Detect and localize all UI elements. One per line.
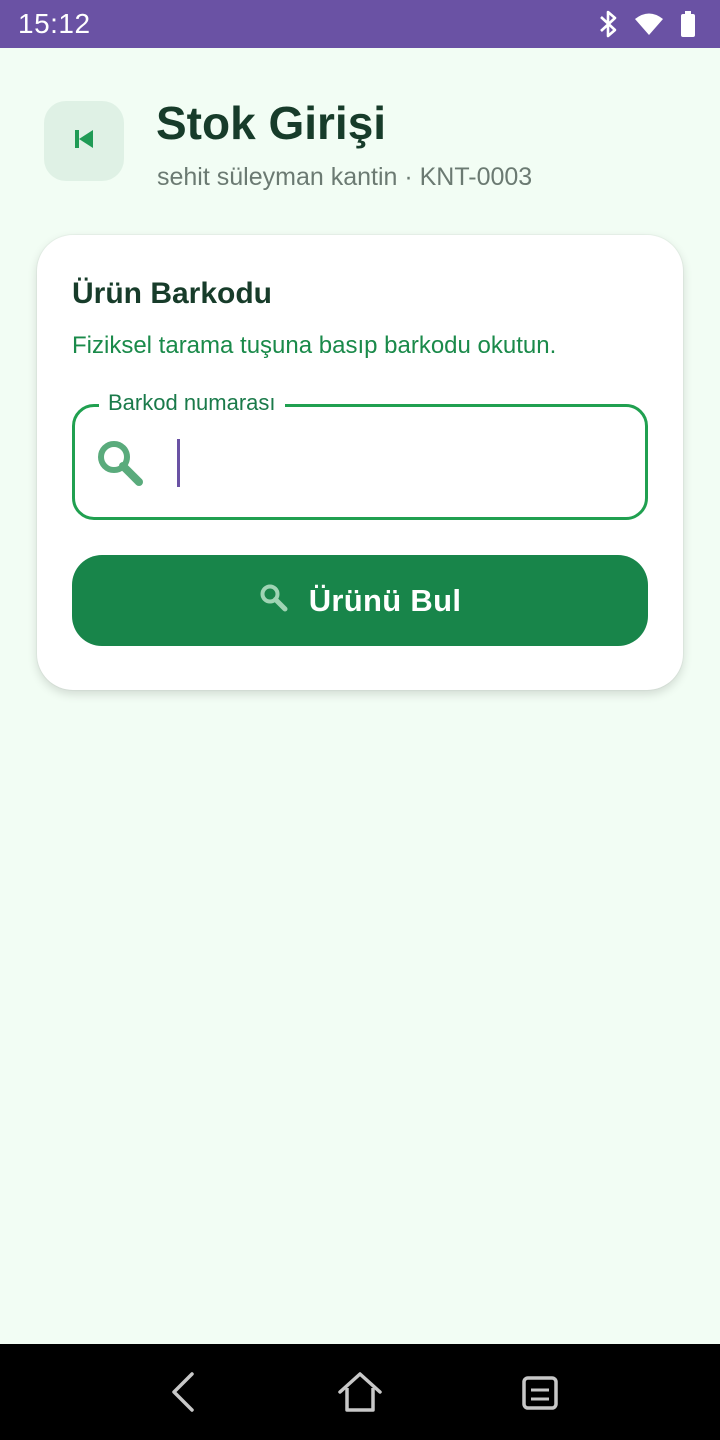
- page-subtitle: sehit süleyman kantin · KNT-0003: [157, 163, 533, 191]
- card-title: Ürün Barkodu: [72, 277, 273, 310]
- status-time: 15:12: [18, 8, 91, 39]
- barcode-card: Ürün Barkodu Fiziksel tarama tuşuna bası…: [37, 235, 683, 690]
- text-cursor: [177, 439, 180, 487]
- home-icon[interactable]: [336, 1370, 384, 1419]
- search-icon: [95, 438, 145, 493]
- battery-icon: [680, 11, 696, 37]
- find-product-label: Ürünü Bul: [308, 582, 462, 618]
- card-description: Fiziksel tarama tuşuna basıp barkodu oku…: [72, 332, 557, 359]
- back-icon[interactable]: [164, 1370, 204, 1419]
- back-button[interactable]: [44, 101, 124, 181]
- barcode-input[interactable]: Barkod numarası: [72, 390, 648, 520]
- stock-entry-screen: Stok Girişi sehit süleyman kantin · KNT-…: [0, 48, 720, 1344]
- search-icon: [259, 583, 289, 618]
- status-bar: 15:12: [0, 0, 720, 48]
- skip-back-icon: [73, 128, 95, 155]
- barcode-input-label: Barkod numarası: [99, 390, 285, 416]
- bluetooth-icon: [598, 10, 618, 38]
- wifi-icon: [634, 12, 664, 36]
- navigation-bar: [0, 1344, 720, 1440]
- page-title: Stok Girişi: [156, 97, 387, 149]
- recents-icon[interactable]: [519, 1370, 563, 1419]
- find-product-button[interactable]: Ürünü Bul: [72, 555, 648, 646]
- status-icons: [598, 10, 696, 38]
